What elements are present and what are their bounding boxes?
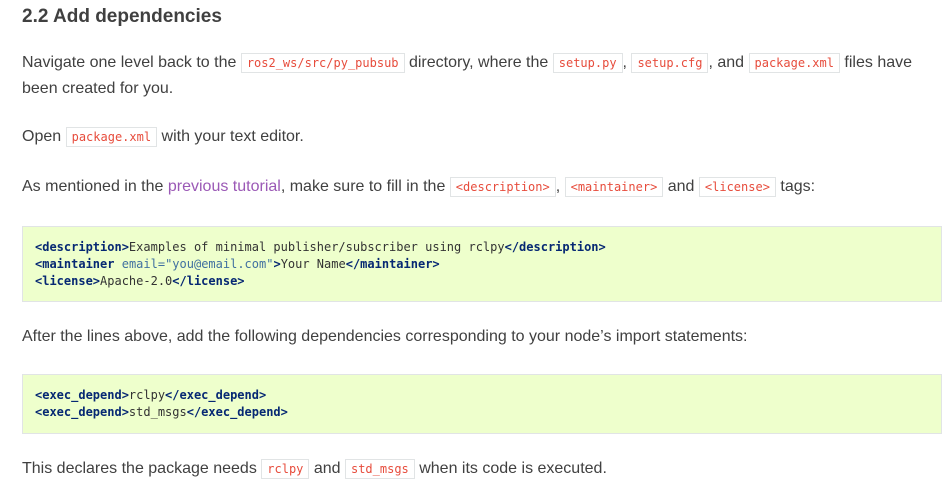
section-heading: 2.2 Add dependencies <box>22 6 222 27</box>
doc-page: 2.2 Add dependencies Navigate one level … <box>0 0 944 494</box>
text: , <box>555 178 565 195</box>
inline-code-setup-cfg: setup.cfg <box>631 53 709 73</box>
xml-tag: </description> <box>504 240 606 254</box>
paragraph-after: After the lines above, add the following… <box>22 328 748 345</box>
inline-code-path: ros2_ws/src/py_pubsub <box>240 53 405 73</box>
code-line: <description>Examples of minimal publish… <box>35 239 929 256</box>
xml-text: rclpy <box>128 388 166 402</box>
paragraph-mentioned: As mentioned in the previous tutorial, m… <box>22 174 922 200</box>
text: and <box>309 460 345 477</box>
code-line: <license>Apache-2.0</license> <box>35 273 929 290</box>
text: This declares the package needs <box>22 460 262 477</box>
xml-text: Examples of minimal publisher/subscriber… <box>128 240 505 254</box>
text: and <box>663 178 699 195</box>
xml-text: Apache-2.0 <box>100 274 173 288</box>
inline-code-setup-py: setup.py <box>552 53 623 73</box>
xml-tag: </exec_depend> <box>165 388 267 402</box>
text: , and <box>708 54 749 71</box>
xml-tag: </maintainer> <box>345 257 440 271</box>
inline-code-rclpy: rclpy <box>261 459 310 479</box>
text: when its code is executed. <box>414 460 607 477</box>
text: , make sure to fill in the <box>280 178 450 195</box>
inline-code-package-xml: package.xml <box>65 127 158 147</box>
xml-tag: <exec_depend> <box>35 388 129 402</box>
inline-code-std-msgs: std_msgs <box>344 459 415 479</box>
inline-code-package-xml: package.xml <box>748 53 840 73</box>
text: As mentioned in the <box>22 178 168 195</box>
text: directory, where the <box>404 54 553 71</box>
xml-attr-name: email= <box>121 257 166 271</box>
code-block-package-info[interactable]: <description>Examples of minimal publish… <box>22 226 942 302</box>
xml-tag: <license> <box>35 274 101 288</box>
inline-code-maintainer: <maintainer> <box>564 177 664 197</box>
xml-text: std_msgs <box>128 405 187 419</box>
text: Navigate one level back to the <box>22 54 241 71</box>
code-line: <exec_depend>std_msgs</exec_depend> <box>35 404 929 421</box>
code-line: <exec_depend>rclpy</exec_depend> <box>35 387 929 404</box>
xml-tag: </exec_depend> <box>186 405 288 419</box>
paragraph-navigate: Navigate one level back to the ros2_ws/s… <box>22 50 922 102</box>
xml-tag: > <box>273 257 281 271</box>
text: with your text editor. <box>157 128 304 145</box>
paragraph-declares: This declares the package needs rclpy an… <box>22 456 922 482</box>
previous-tutorial-link[interactable]: previous tutorial <box>168 178 281 195</box>
xml-attr-value: "you@email.com" <box>165 257 274 271</box>
code-line: <maintainer email="you@email.com">Your N… <box>35 256 929 273</box>
text: Open <box>22 128 66 145</box>
paragraph-open: Open package.xml with your text editor. <box>22 124 922 150</box>
code-block-dependencies[interactable]: <exec_depend>rclpy</exec_depend> <exec_de… <box>22 374 942 434</box>
text: tags: <box>775 178 816 195</box>
xml-tag: </license> <box>172 274 245 288</box>
xml-tag: <maintainer <box>35 257 115 271</box>
inline-code-license: <license> <box>698 177 776 197</box>
xml-text: Your Name <box>280 257 346 271</box>
xml-tag: <description> <box>35 240 129 254</box>
inline-code-description: <description> <box>449 177 556 197</box>
xml-tag: <exec_depend> <box>35 405 129 419</box>
